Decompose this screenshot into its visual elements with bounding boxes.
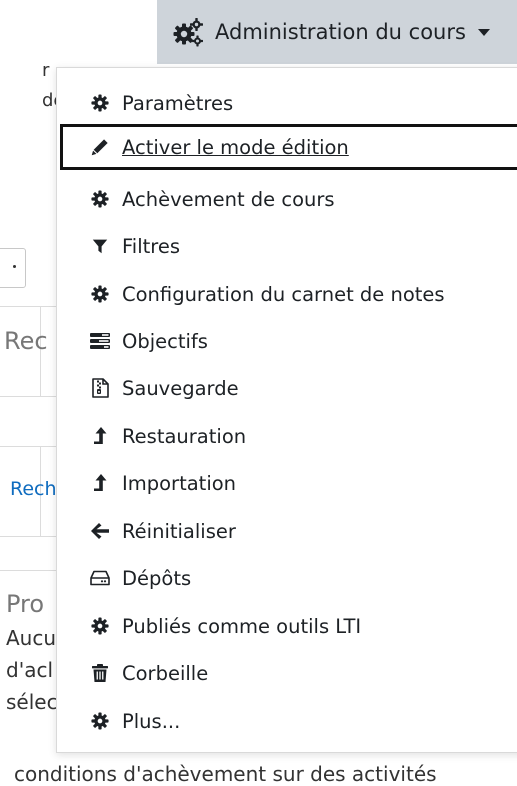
course-administration-menu: Paramètres Activer le mode édition Achèv…: [56, 67, 517, 753]
menu-item-label: Plus...: [122, 709, 181, 733]
menu-item-label: Restauration: [122, 424, 247, 448]
divider: [0, 306, 60, 307]
menu-item-label: Paramètres: [122, 91, 234, 115]
caret-down-icon: [477, 28, 490, 36]
cog-icon: [89, 188, 111, 210]
tasks-icon: [89, 330, 111, 352]
divider: [0, 396, 60, 397]
background-text-line: sélec: [6, 690, 58, 714]
menu-item-importation[interactable]: Importation: [57, 460, 517, 506]
divider: [0, 536, 60, 537]
menu-item-restauration[interactable]: Restauration: [57, 413, 517, 459]
trash-icon: [89, 662, 111, 684]
background-select[interactable]: [0, 248, 26, 288]
menu-item-label: Configuration du carnet de notes: [122, 282, 445, 306]
background-text-fragment: conditions d'achèvement sur des activité…: [14, 762, 437, 786]
menu-item-sauvegarde[interactable]: Sauvegarde: [57, 365, 517, 411]
menu-item-filtres[interactable]: Filtres: [57, 223, 517, 269]
menu-item-label: Dépôts: [122, 566, 192, 590]
filter-icon: [89, 235, 111, 257]
cog-icon: [89, 92, 111, 114]
hdd-icon: [89, 567, 111, 589]
menu-item-objectifs[interactable]: Objectifs: [57, 318, 517, 364]
menu-item-label: Publiés comme outils LTI: [122, 614, 362, 638]
background-paragraph-fragment: Aucu d'acl sélec: [6, 622, 58, 718]
menu-item-label: Réinitialiser: [122, 519, 236, 543]
menu-item-label: Objectifs: [122, 329, 208, 353]
background-heading-fragment: Rec: [4, 327, 48, 355]
menu-item-publies-outils-lti[interactable]: Publiés comme outils LTI: [57, 603, 517, 649]
level-up-icon: [89, 425, 111, 447]
cogs-icon: [173, 17, 203, 47]
menu-item-label: Sauvegarde: [122, 376, 239, 400]
menu-item-reinitialiser[interactable]: Réinitialiser: [57, 508, 517, 554]
menu-item-plus[interactable]: Plus...: [57, 698, 517, 744]
cog-icon: [89, 710, 111, 732]
menu-item-corbeille[interactable]: Corbeille: [57, 650, 517, 696]
pencil-icon: [89, 136, 111, 158]
arrow-left-icon: [89, 520, 111, 542]
menu-item-achevement-de-cours[interactable]: Achèvement de cours: [57, 176, 517, 222]
menu-item-configuration-carnet-de-notes[interactable]: Configuration du carnet de notes: [57, 271, 517, 317]
divider: [0, 446, 60, 447]
course-administration-button[interactable]: Administration du cours: [157, 0, 517, 64]
menu-item-label: Corbeille: [122, 661, 209, 685]
menu-item-parametres[interactable]: Paramètres: [57, 80, 517, 126]
menu-item-label: Filtres: [122, 234, 181, 258]
cog-icon: [89, 615, 111, 637]
menu-item-depots[interactable]: Dépôts: [57, 555, 517, 601]
background-text-fragment: r: [42, 60, 50, 81]
select-arrow-icon: [13, 265, 16, 268]
background-text-line: Aucu: [6, 626, 57, 650]
menu-item-label: Achèvement de cours: [122, 187, 335, 211]
level-up-icon: [89, 472, 111, 494]
background-heading-fragment: Pro: [6, 590, 45, 618]
divider: [0, 570, 60, 571]
file-archive-icon: [89, 377, 111, 399]
background-text-line: d'acl: [6, 658, 54, 682]
cog-icon: [89, 283, 111, 305]
menu-item-activer-mode-edition[interactable]: Activer le mode édition: [60, 124, 517, 170]
course-administration-label: Administration du cours: [215, 20, 466, 44]
background-link-fragment[interactable]: Rech: [10, 478, 57, 500]
menu-item-label: Importation: [122, 471, 237, 495]
menu-item-label: Activer le mode édition: [122, 135, 349, 159]
